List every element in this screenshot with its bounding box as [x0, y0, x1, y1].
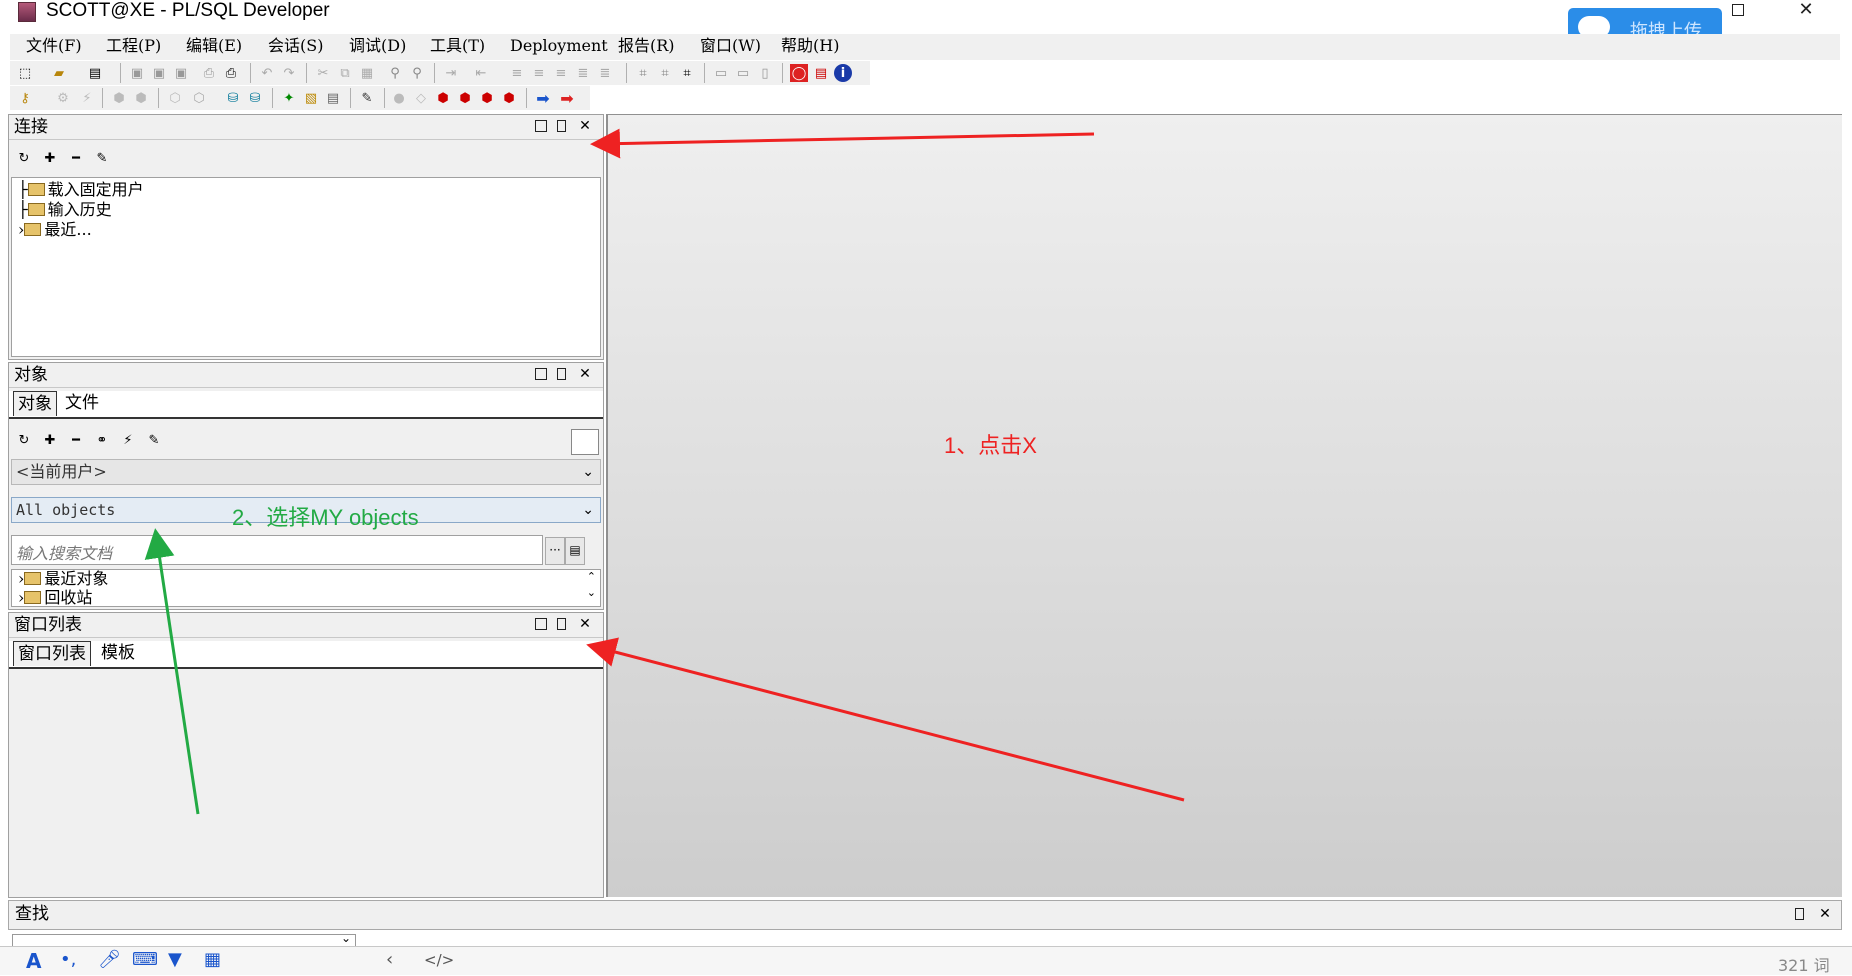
skin-icon[interactable]: ▼ — [168, 949, 182, 970]
close-icon: ✕ — [1819, 906, 1831, 922]
arrow-to-window-list-close — [586, 637, 1185, 802]
undock-icon — [1795, 908, 1804, 920]
ime-font-icon[interactable]: A — [26, 949, 41, 973]
chevron-down-icon: ⌄ — [340, 931, 351, 945]
grid-icon[interactable]: ▦ — [204, 949, 221, 970]
word-count: 321 词 — [1778, 956, 1830, 975]
code-icon[interactable]: </> — [424, 951, 454, 969]
arrow-to-connection-close — [590, 128, 1095, 159]
chevron-left-icon[interactable]: ‹ — [386, 949, 393, 970]
panel-undock-button[interactable] — [1793, 906, 1809, 922]
taskbar: A •, 🎤︎ ⌨ ▼ ▦ ‹ </> 321 词 — [0, 946, 1852, 975]
ime-punct-icon[interactable]: •, — [60, 949, 76, 970]
microphone-icon[interactable]: 🎤︎ — [98, 949, 121, 970]
keyboard-icon[interactable]: ⌨ — [132, 949, 158, 970]
panel-close-button[interactable]: ✕ — [1817, 906, 1833, 922]
find-bar: 查找 ✕ — [8, 900, 1842, 930]
find-bar-title: 查找 — [15, 904, 49, 924]
arrow-to-filter-combo — [144, 528, 200, 815]
annotation-arrows — [144, 128, 1185, 815]
